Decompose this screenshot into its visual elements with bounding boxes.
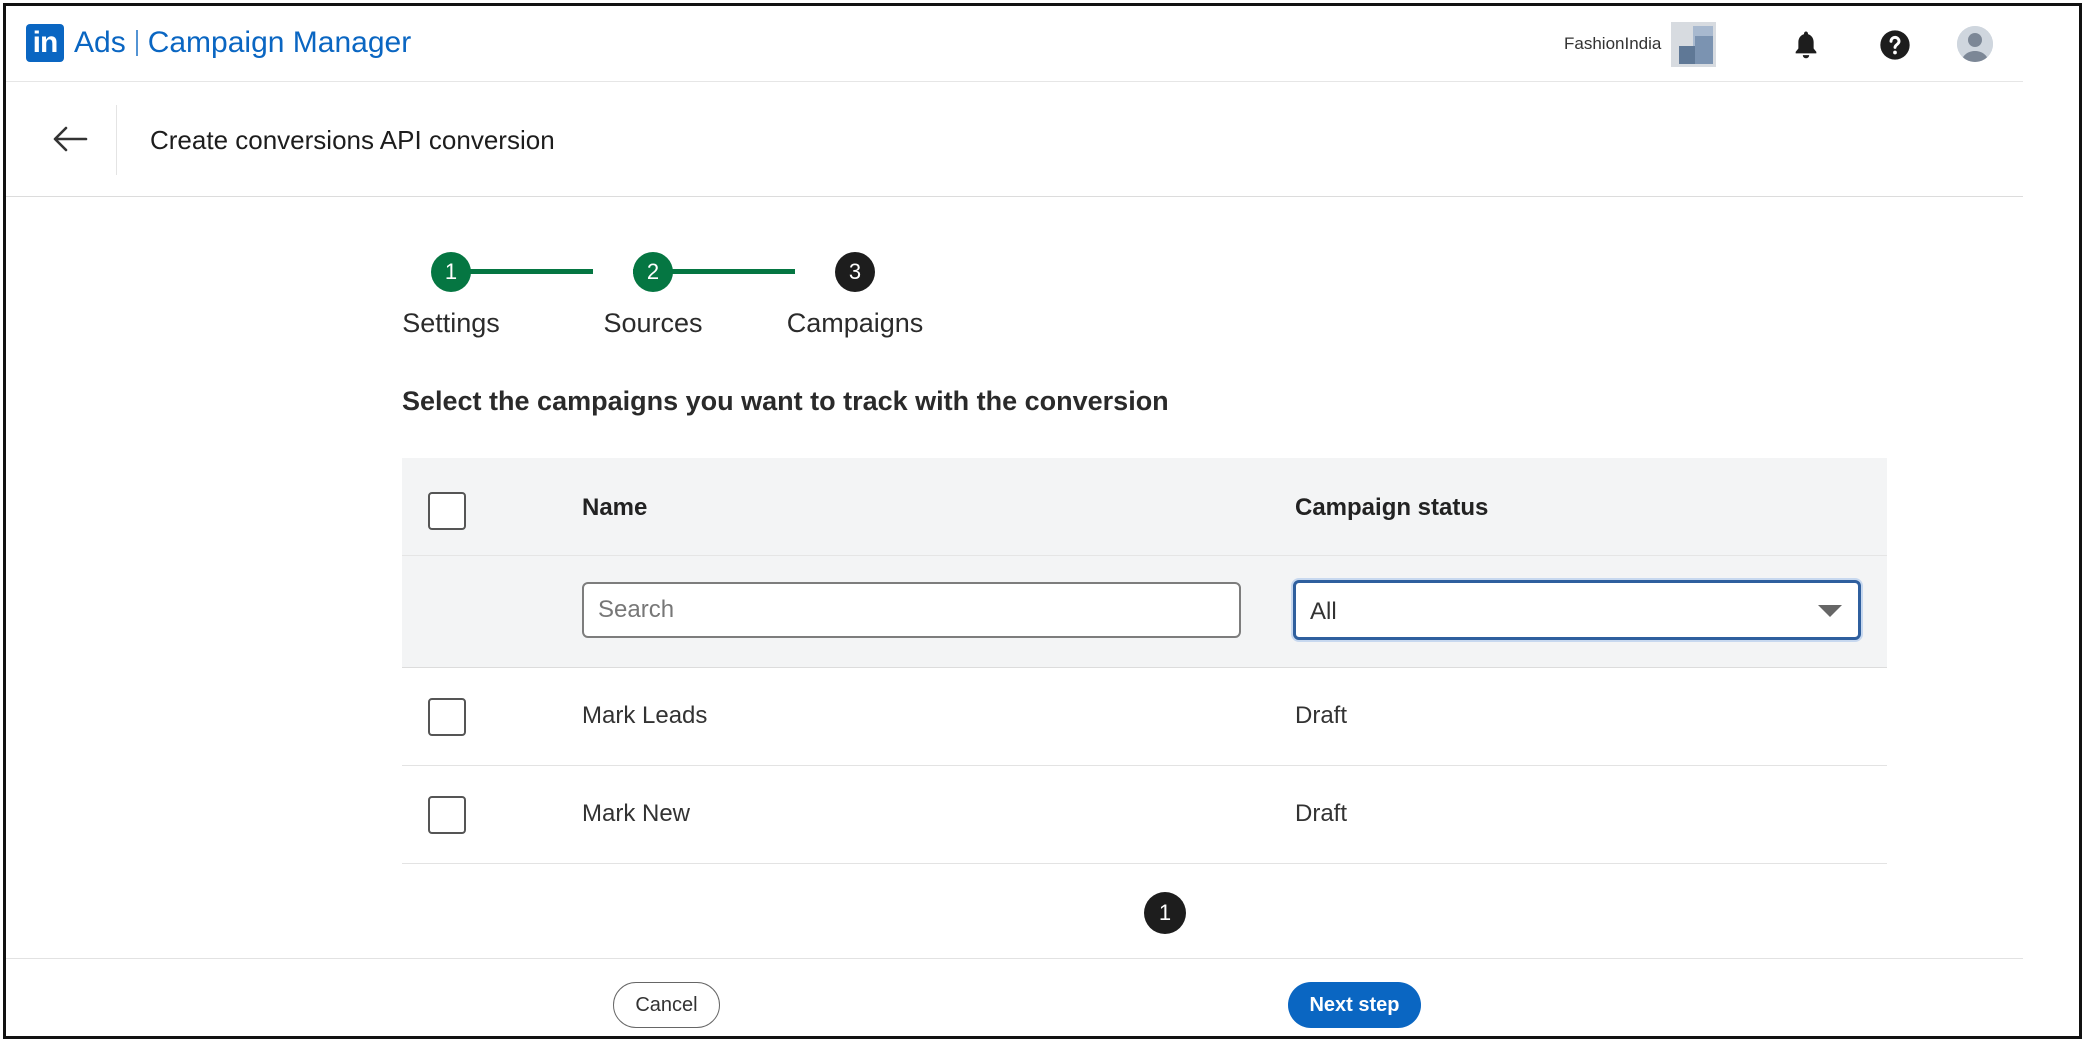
column-header-name[interactable]: Name — [582, 494, 647, 522]
campaign-name: Mark New — [582, 800, 691, 827]
app-name: Campaign Manager — [147, 26, 412, 59]
top-nav: in Ads Campaign Manager FashionIndia — [6, 6, 2023, 82]
chevron-down-icon — [1818, 605, 1842, 617]
next-step-button[interactable]: Next step — [1288, 982, 1421, 1028]
brand[interactable]: in Ads Campaign Manager — [26, 24, 411, 62]
step-2-label: Sources — [603, 308, 703, 338]
campaign-status-select[interactable]: All — [1293, 580, 1861, 640]
page-header: Create conversions API conversion — [6, 83, 2023, 197]
back-arrow-icon[interactable] — [50, 121, 90, 157]
step-2-indicator: 2 — [633, 252, 673, 292]
footer-actions: Cancel Next step — [6, 958, 2023, 1042]
row-checkbox[interactable] — [428, 698, 466, 736]
status-select-value: All — [1310, 598, 1337, 625]
cancel-button[interactable]: Cancel — [613, 982, 720, 1028]
step-1-indicator: 1 — [431, 252, 471, 292]
help-icon[interactable] — [1878, 28, 1912, 62]
pagination-page-button[interactable]: 1 — [1144, 892, 1186, 934]
brand-divider — [135, 30, 138, 56]
bell-icon[interactable] — [1789, 28, 1823, 62]
account-name[interactable]: FashionIndia — [1564, 34, 1661, 54]
step-3-indicator: 3 — [835, 252, 875, 292]
search-input[interactable] — [582, 582, 1241, 638]
campaign-status: Draft — [1295, 800, 1348, 827]
app-window: in Ads Campaign Manager FashionIndia Cre… — [3, 3, 2082, 1039]
campaigns-table: Name Campaign status All Mark Leads Draf… — [402, 458, 1887, 864]
product-name: Ads — [74, 26, 126, 59]
user-avatar-icon[interactable] — [1957, 26, 1993, 62]
step-1-label: Settings — [402, 308, 500, 338]
table-row[interactable]: Mark Leads Draft — [402, 668, 1887, 766]
table-header: Name Campaign status — [402, 458, 1887, 556]
campaign-name: Mark Leads — [582, 702, 708, 729]
linkedin-logo: in — [26, 24, 64, 62]
page-title: Create conversions API conversion — [150, 125, 555, 155]
column-header-status[interactable]: Campaign status — [1295, 494, 1488, 522]
select-all-checkbox[interactable] — [428, 492, 466, 530]
step-connector-1 — [451, 269, 593, 274]
header-divider — [116, 105, 117, 175]
table-filter-row: All — [402, 556, 1887, 668]
campaign-status: Draft — [1295, 702, 1348, 729]
progress-stepper: 1 2 3 Settings Sources Campaigns — [394, 246, 954, 346]
step-3-label: Campaigns — [786, 308, 924, 338]
row-checkbox[interactable] — [428, 796, 466, 834]
section-title: Select the campaigns you want to track w… — [402, 386, 1169, 416]
account-image[interactable] — [1671, 22, 1716, 67]
table-row[interactable]: Mark New Draft — [402, 766, 1887, 864]
